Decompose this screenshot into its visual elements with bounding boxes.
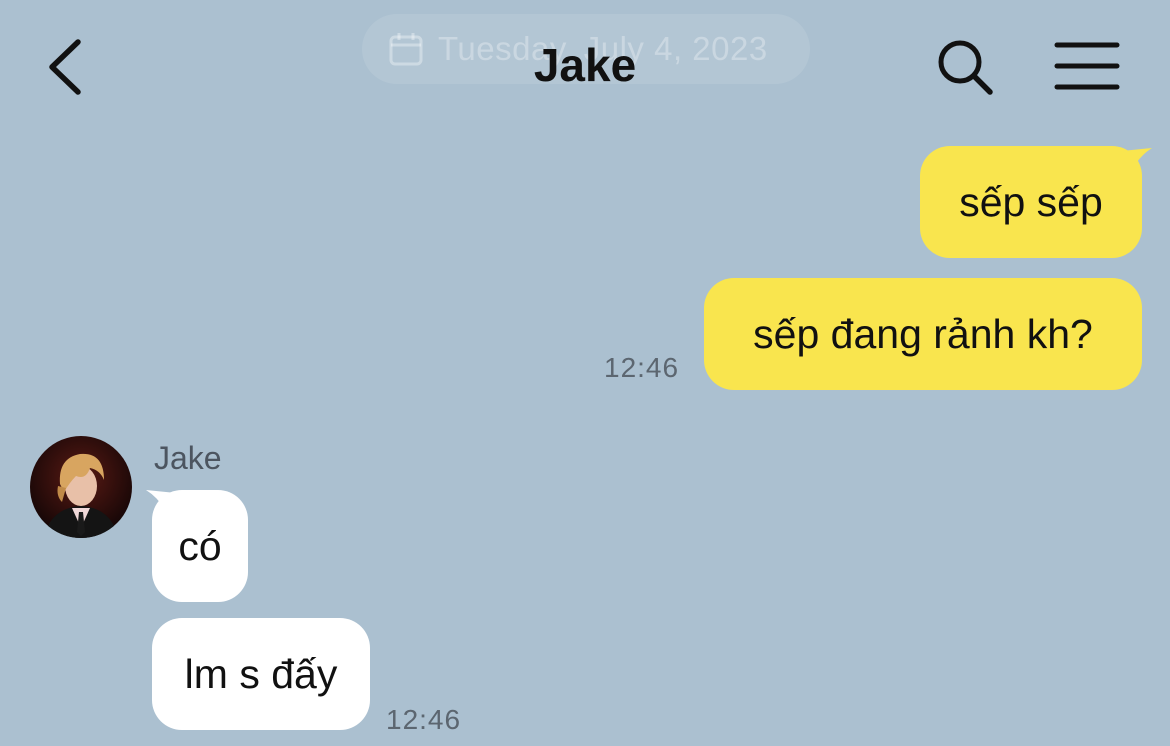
message-text: sếp đang rảnh kh?	[753, 310, 1093, 357]
sender-name: Jake	[154, 440, 222, 476]
back-button[interactable]	[40, 36, 92, 98]
menu-button[interactable]	[1054, 40, 1120, 92]
my-message-bubble[interactable]: sếp sếp	[920, 146, 1142, 258]
message-timestamp: 12:46	[604, 352, 680, 383]
message-text: có	[178, 522, 222, 569]
avatar[interactable]	[30, 436, 132, 538]
message-text: lm s đấy	[184, 650, 338, 697]
calendar-icon	[389, 33, 423, 66]
message-timestamp: 12:46	[386, 704, 462, 735]
date-label: Tuesday, July 4, 2023	[438, 30, 768, 67]
chevron-left-icon	[49, 39, 81, 95]
their-message-bubble[interactable]: có	[152, 490, 248, 602]
search-button[interactable]	[934, 36, 996, 98]
message-text: sếp sếp	[959, 178, 1103, 225]
date-divider: Tuesday, July 4, 2023	[362, 14, 810, 84]
their-message-bubble[interactable]: lm s đấy	[152, 618, 370, 730]
search-icon	[938, 40, 993, 95]
hamburger-menu-icon	[1054, 42, 1120, 90]
chat-header: Tuesday, July 4, 2023 Jake	[0, 0, 1170, 134]
my-message-bubble[interactable]: sếp đang rảnh kh?	[704, 278, 1142, 390]
profile-photo	[30, 436, 132, 538]
